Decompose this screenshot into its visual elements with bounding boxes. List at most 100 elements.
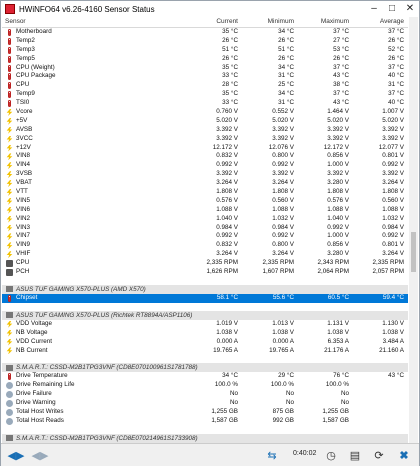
- voltage-icon: [6, 162, 13, 170]
- table-row[interactable]: Motherboard 35 °C 34 °C 37 °C 37 °C: [2, 28, 408, 37]
- section-smart-sensors: Drive Temperature 34 °C 29 °C 76 °C 43 °C Dri…: [2, 372, 408, 425]
- table-row[interactable]: Vcore 0.760 V 0.552 V 1.464 V 1.007 V: [2, 108, 408, 117]
- network-icon[interactable]: ⇆: [261, 446, 283, 464]
- table-row[interactable]: Drive Failure No No No: [2, 390, 408, 399]
- table-row[interactable]: VIN8 0.832 V 0.800 V 0.856 V 0.801 V: [2, 152, 408, 161]
- table-row[interactable]: VTT 1.808 V 1.808 V 1.808 V 1.808 V: [2, 188, 408, 197]
- table-row[interactable]: NB Current 19.765 A 19.765 A 21.176 A 21.160…: [2, 347, 408, 356]
- voltage-icon: [6, 215, 13, 223]
- voltage-icon: [6, 242, 13, 250]
- table-row[interactable]: VIN3 0.984 V 0.984 V 0.992 V 0.984 V: [2, 224, 408, 233]
- table-row[interactable]: TSI0 33 °C 31 °C 43 °C 40 °C: [2, 99, 408, 108]
- col-sensor[interactable]: Sensor: [2, 17, 186, 27]
- window-title: HWiNFO64 v6.26-4160 Sensor Status: [19, 4, 155, 14]
- thermometer-icon: [8, 55, 11, 63]
- table-row[interactable]: 3VCC 3.392 V 3.392 V 3.392 V 3.392 V: [2, 135, 408, 144]
- nav-right-icon[interactable]: ◀▶: [29, 446, 51, 464]
- table-row[interactable]: 3VSB 3.392 V 3.392 V 3.392 V 3.392 V: [2, 170, 408, 179]
- table-row[interactable]: CPU Package 33 °C 31 °C 43 °C 40 °C: [2, 72, 408, 81]
- thermometer-icon: [8, 373, 11, 381]
- title-bar: HWiNFO64 v6.26-4160 Sensor Status – □ ✕: [1, 1, 419, 17]
- thermometer-icon: [8, 294, 11, 302]
- table-row[interactable]: VIN2 1.040 V 1.032 V 1.040 V 1.032 V: [2, 215, 408, 224]
- table-row[interactable]: VDD Current 0.000 A 0.000 A 6.353 A 3.484 A: [2, 338, 408, 347]
- table-row[interactable]: Chipset 58.1 °C 55.6 °C 60.5 °C 59.4 °C: [2, 293, 408, 303]
- table-row[interactable]: +5V 5.020 V 5.020 V 5.020 V 5.020 V: [2, 117, 408, 126]
- table-row[interactable]: Total Host Reads 1,587 GB 992 GB 1,587 GB: [2, 417, 408, 426]
- section-vrm-sensors: VDD Voltage 1.019 V 1.013 V 1.131 V 1.130 VN…: [2, 320, 408, 356]
- motherboard-icon: [6, 312, 13, 319]
- table-row[interactable]: Temp2 26 °C 26 °C 27 °C 26 °C: [2, 37, 408, 46]
- table-row[interactable]: VIN7 0.992 V 0.992 V 1.000 V 0.992 V: [2, 232, 408, 241]
- table-row[interactable]: CPU 28 °C 25 °C 38 °C 31 °C: [2, 81, 408, 90]
- group-header[interactable]: ASUS TUF GAMING X570-PLUS (AMD X570): [2, 284, 408, 294]
- voltage-icon: [6, 171, 13, 179]
- table-row[interactable]: Drive Remaining Life 100.0 % 100.0 % 100.0 …: [2, 381, 408, 390]
- minimize-button[interactable]: –: [365, 1, 383, 17]
- fan-icon: [6, 260, 13, 268]
- table-row[interactable]: VHIF 3.264 V 3.264 V 3.280 V 3.264 V: [2, 250, 408, 259]
- col-maximum[interactable]: Maximum: [294, 17, 349, 27]
- clock-icon[interactable]: ◷: [321, 446, 341, 464]
- close-button[interactable]: ✕: [401, 1, 419, 17]
- voltage-icon: [6, 108, 13, 116]
- table-row[interactable]: Temp3 51 °C 51 °C 53 °C 52 °C: [2, 46, 408, 55]
- thermometer-icon: [8, 73, 11, 81]
- table-row[interactable]: NB Voltage 1.038 V 1.038 V 1.038 V 1.038 V: [2, 329, 408, 338]
- sensor-table: Sensor Current Minimum Maximum Average M…: [2, 17, 408, 443]
- drive-icon: [6, 435, 13, 442]
- voltage-icon: [6, 117, 13, 125]
- group-header[interactable]: ASUS TUF GAMING X570-PLUS (Richtek RT889…: [2, 310, 408, 320]
- voltage-icon: [6, 180, 13, 188]
- vertical-scrollbar[interactable]: [409, 17, 418, 443]
- voltage-icon: [6, 233, 13, 241]
- reset-icon[interactable]: ⟳: [369, 446, 389, 464]
- drive-icon: [6, 364, 13, 371]
- col-average[interactable]: Average: [349, 17, 404, 27]
- table-row[interactable]: VIN5 0.576 V 0.560 V 0.576 V 0.560 V: [2, 197, 408, 206]
- table-row[interactable]: CPU 2,335 RPM 2,335 RPM 2,343 RPM 2,335 RPM: [2, 259, 408, 268]
- motherboard-icon: [6, 286, 13, 293]
- sensor-window: HWiNFO64 v6.26-4160 Sensor Status – □ ✕ …: [0, 0, 420, 466]
- close-sensors-icon[interactable]: ✖: [393, 446, 415, 464]
- table-row[interactable]: Temp5 26 °C 26 °C 26 °C 26 °C: [2, 55, 408, 64]
- table-row[interactable]: VIN6 1.088 V 1.088 V 1.088 V 1.088 V: [2, 206, 408, 215]
- table-row[interactable]: PCH 1,626 RPM 1,607 RPM 2,064 RPM 2,057 RPM: [2, 268, 408, 277]
- table-row[interactable]: +12V 12.172 V 12.076 V 12.172 V 12.077 V: [2, 144, 408, 153]
- voltage-icon: [6, 153, 13, 161]
- voltage-icon: [6, 144, 13, 152]
- col-minimum[interactable]: Minimum: [238, 17, 294, 27]
- table-row[interactable]: Total Host Writes 1,255 GB 875 GB 1,255 GB: [2, 408, 408, 417]
- voltage-icon: [6, 206, 13, 214]
- thermometer-icon: [8, 64, 11, 72]
- info-icon: [6, 382, 13, 390]
- thermometer-icon: [8, 100, 11, 108]
- thermometer-icon: [8, 91, 11, 99]
- table-row[interactable]: Temp9 35 °C 34 °C 37 °C 37 °C: [2, 90, 408, 99]
- table-header: Sensor Current Minimum Maximum Average: [2, 17, 408, 28]
- thermometer-icon: [8, 82, 11, 90]
- info-icon: [6, 417, 13, 425]
- status-bar: ◀▶ ◀▶ ⇆ 0:40:02 ◷ ▤ ⟳ ✖: [1, 443, 419, 466]
- table-row[interactable]: VBAT 3.264 V 3.264 V 3.280 V 3.264 V: [2, 179, 408, 188]
- section-board-sensors: Motherboard 35 °C 34 °C 37 °C 37 °C Temp2 26 °…: [2, 28, 408, 277]
- col-current[interactable]: Current: [186, 17, 238, 27]
- table-row[interactable]: Drive Warning No No No: [2, 399, 408, 408]
- table-row[interactable]: VDD Voltage 1.019 V 1.013 V 1.131 V 1.130 V: [2, 320, 408, 329]
- elapsed-time: 0:40:02: [293, 450, 317, 457]
- fan-icon: [6, 268, 13, 276]
- group-header[interactable]: S.M.A.R.T.: CSSD-M2B1TPG3VNF (CD8E070214…: [2, 433, 408, 443]
- log-icon[interactable]: ▤: [345, 446, 365, 464]
- table-row[interactable]: AVSB 3.392 V 3.392 V 3.392 V 3.392 V: [2, 126, 408, 135]
- table-row[interactable]: Drive Temperature 34 °C 29 °C 76 °C 43 °C: [2, 372, 408, 381]
- nav-left-icon[interactable]: ◀▶: [5, 446, 27, 464]
- table-row[interactable]: VIN9 0.832 V 0.800 V 0.856 V 0.801 V: [2, 241, 408, 250]
- scrollbar-thumb[interactable]: [411, 232, 416, 272]
- thermometer-icon: [8, 28, 11, 36]
- voltage-icon: [6, 347, 13, 355]
- voltage-icon: [6, 188, 13, 196]
- voltage-icon: [6, 126, 13, 134]
- maximize-button[interactable]: □: [383, 1, 401, 17]
- info-icon: [6, 408, 13, 416]
- table-row[interactable]: VIN4 0.992 V 0.992 V 1.000 V 0.992 V: [2, 161, 408, 170]
